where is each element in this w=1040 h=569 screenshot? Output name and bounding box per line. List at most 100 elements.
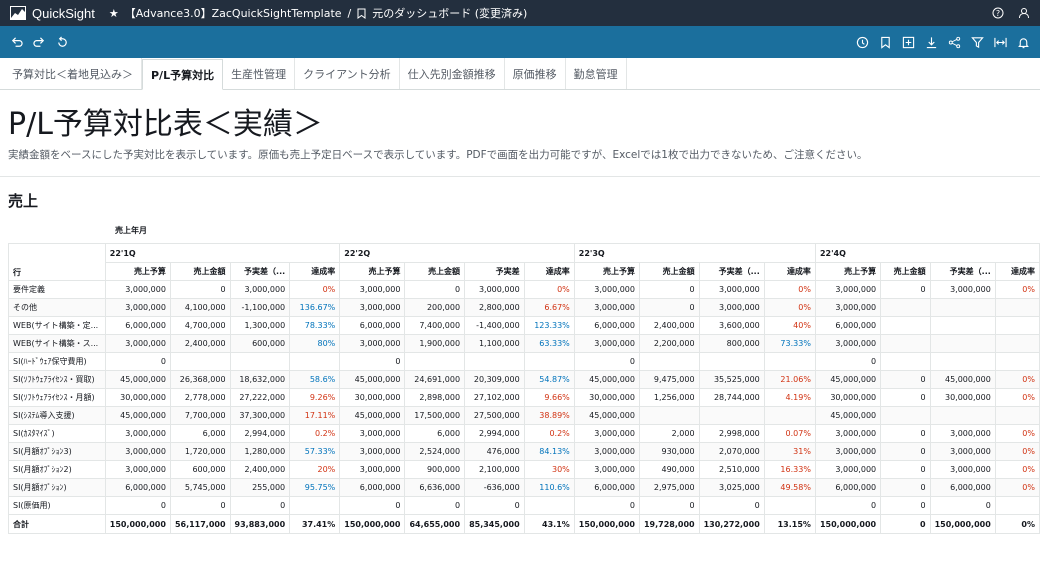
measure-header[interactable]: 予実差（... [229, 262, 291, 281]
table-cell: 24,691,000 [404, 370, 466, 389]
tab-5[interactable]: 仕入先別金額推移 [400, 58, 505, 89]
table-cell: 0% [289, 280, 341, 299]
table-cell: 45,000,000 [104, 406, 171, 425]
table-cell: 37,300,000 [229, 406, 291, 425]
app-logo[interactable]: QuickSight [10, 6, 95, 21]
table-cell [763, 352, 816, 371]
table-cell: 0 [104, 352, 171, 371]
measure-header[interactable]: 達成率 [289, 262, 341, 281]
tab-2[interactable]: P/L予算対比 [142, 59, 224, 90]
measure-header[interactable]: 売上予算 [573, 262, 640, 281]
alert-icon[interactable] [1017, 36, 1030, 49]
tab-6[interactable]: 原価推移 [505, 58, 566, 89]
table-cell: 6,000,000 [929, 478, 996, 497]
measure-header[interactable]: 予実差（... [698, 262, 765, 281]
table-cell: 0 [638, 496, 700, 515]
table-cell: 2,200,000 [638, 334, 700, 353]
measure-header[interactable]: 売上金額 [404, 262, 466, 281]
row-label[interactable]: SI(ｿﾌﾄｳｪｱﾗｲｾﾝｽ・買取) [8, 370, 106, 389]
undo-icon[interactable] [10, 36, 23, 49]
table-cell: 45,000,000 [929, 370, 996, 389]
table-cell [994, 406, 1040, 425]
user-icon[interactable] [1018, 7, 1030, 19]
row-label[interactable]: WEB(サイト構築・ス... [8, 334, 106, 353]
table-cell: 2,510,000 [698, 460, 765, 479]
measure-header[interactable]: 予実差（... [929, 262, 996, 281]
row-label[interactable]: SI(月額ｵﾌﾟｼｮﾝ3) [8, 442, 106, 461]
row-label[interactable]: 要件定義 [8, 280, 106, 299]
measure-header[interactable]: 達成率 [994, 262, 1040, 281]
tab-4[interactable]: クライアント分析 [295, 58, 400, 89]
breadcrumb-separator: / [347, 6, 352, 20]
table-cell: 3,000,000 [339, 460, 406, 479]
table-cell: 16.33% [763, 460, 816, 479]
table-cell: 45,000,000 [814, 406, 882, 425]
row-label[interactable]: SI(原価用) [8, 496, 106, 515]
row-label[interactable]: WEB(サイト構築・定... [8, 316, 106, 335]
table-row: SI(ｶｽﾀﾏｲｽﾞ) 3,000,000 6,000 2,994,000 0.2% 3,… [8, 424, 1040, 443]
measure-header[interactable]: 売上予算 [104, 262, 171, 281]
measure-header[interactable]: 売上金額 [169, 262, 231, 281]
table-cell: 0 [880, 460, 931, 479]
row-label[interactable]: SI(月額ｵﾌﾟｼｮﾝ) [8, 478, 106, 497]
help-icon[interactable]: ? [992, 7, 1004, 19]
quarter-header[interactable]: 22'1Q [104, 243, 341, 263]
tab-1[interactable]: 予算対比＜着地見込み＞ [4, 58, 142, 89]
quarter-header[interactable]: 22'2Q [339, 243, 575, 263]
tab-7[interactable]: 勤怠管理 [566, 58, 627, 89]
table-cell [289, 352, 341, 371]
table-cell: 0 [638, 298, 700, 317]
quarter-header[interactable]: 22'4Q [814, 243, 1040, 263]
schedule-icon[interactable] [856, 36, 869, 49]
row-label[interactable]: その他 [8, 298, 106, 317]
filter-icon[interactable] [971, 36, 984, 49]
row-label[interactable]: SI(ﾊｰﾄﾞｳｪｱ保守費用) [8, 352, 106, 371]
table-cell [994, 298, 1040, 317]
row-label[interactable]: SI(月額ｵﾌﾟｼｮﾝ2) [8, 460, 106, 479]
measure-header[interactable]: 予実差 [464, 262, 525, 281]
total-label: 合計 [8, 514, 106, 534]
table-cell: 5,745,000 [169, 478, 231, 497]
quicksight-logo-icon [10, 6, 26, 20]
table-cell: 930,000 [638, 442, 700, 461]
table-cell: 9,475,000 [638, 370, 700, 389]
row-label[interactable]: SI(ｿﾌﾄｳｪｱﾗｲｾﾝｽ・月額) [8, 388, 106, 407]
star-icon[interactable]: ★ [109, 7, 119, 20]
breadcrumb-dashboard[interactable]: 元のダッシュボード (変更済み) [372, 5, 527, 21]
measure-header[interactable]: 売上金額 [638, 262, 700, 281]
share-icon[interactable] [948, 36, 961, 49]
export-icon[interactable] [902, 36, 915, 49]
table-cell: 27,222,000 [229, 388, 291, 407]
measure-header[interactable]: 達成率 [523, 262, 575, 281]
table-cell: 4,100,000 [169, 298, 231, 317]
table-cell [994, 334, 1040, 353]
measure-header[interactable]: 売上予算 [814, 262, 882, 281]
table-cell: 30% [523, 460, 575, 479]
tab-3[interactable]: 生産性管理 [223, 58, 296, 89]
row-label[interactable]: SI(ｶｽﾀﾏｲｽﾞ) [8, 424, 106, 443]
quarter-header[interactable]: 22'3Q [573, 243, 816, 263]
table-cell: 476,000 [464, 442, 525, 461]
breadcrumb-analysis[interactable]: 【Advance3.0】ZacQuickSightTemplate [125, 5, 342, 21]
table-cell: 1,280,000 [229, 442, 291, 461]
download-icon[interactable] [925, 36, 938, 49]
table-cell: 6,000 [404, 424, 466, 443]
table-cell: 6,000,000 [339, 316, 406, 335]
redo-icon[interactable] [33, 36, 46, 49]
table-cell: 900,000 [404, 460, 466, 479]
reset-icon[interactable] [56, 36, 69, 49]
table-cell: 0 [880, 478, 931, 497]
table-cell: 3,000,000 [929, 424, 996, 443]
table-cell: 95.75% [289, 478, 341, 497]
row-label[interactable]: SI(ｼｽﾃﾑ導入支援) [8, 406, 106, 425]
measure-header[interactable]: 売上金額 [880, 262, 931, 281]
total-cell: 0% [994, 514, 1040, 534]
bookmark-icon[interactable] [879, 36, 892, 49]
measure-header[interactable]: 売上予算 [339, 262, 406, 281]
table-cell: 6.67% [523, 298, 575, 317]
fit-width-icon[interactable] [994, 36, 1007, 49]
measure-header[interactable]: 達成率 [763, 262, 816, 281]
total-cell: 85,345,000 [464, 514, 525, 534]
table-cell: 3,000,000 [573, 334, 640, 353]
table-cell [880, 316, 931, 335]
